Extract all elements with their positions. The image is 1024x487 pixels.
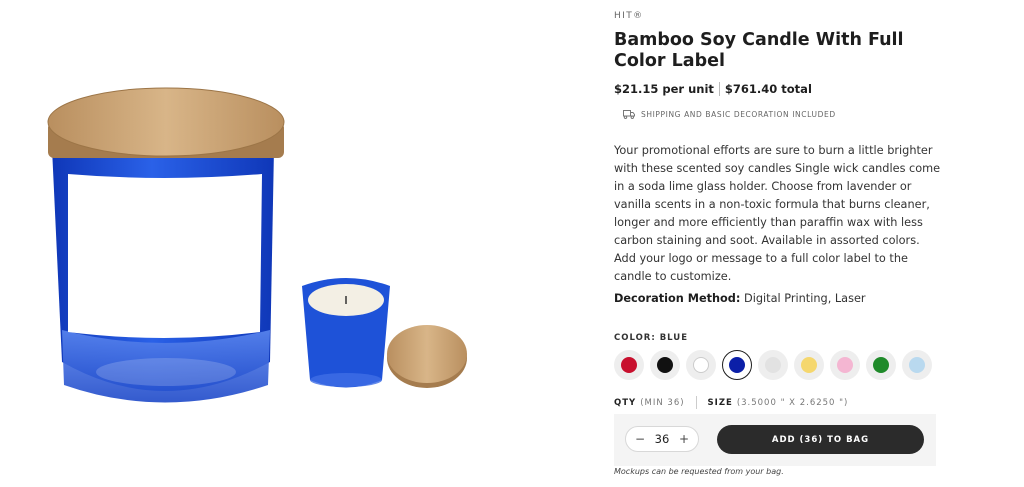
quantity-stepper[interactable]: − 36 + bbox=[625, 426, 699, 452]
decoration-method-label: Decoration Method: bbox=[614, 292, 741, 305]
color-swatch-blue[interactable] bbox=[722, 350, 752, 380]
price-per-unit: $21.15 per unit bbox=[614, 82, 714, 96]
color-swatch-red[interactable] bbox=[614, 350, 644, 380]
qty-min: (MIN 36) bbox=[640, 397, 685, 408]
product-image bbox=[0, 0, 600, 487]
color-swatch-dot bbox=[909, 357, 925, 373]
color-swatch-gray[interactable] bbox=[758, 350, 788, 380]
price-total: $761.40 total bbox=[724, 82, 812, 96]
color-swatch-green[interactable] bbox=[866, 350, 896, 380]
color-swatch-light-blue[interactable] bbox=[902, 350, 932, 380]
qty-size-divider bbox=[695, 396, 697, 409]
color-swatch-dot bbox=[621, 357, 637, 373]
mockup-note: Mockups can be requested from your bag. bbox=[614, 467, 784, 476]
color-swatch-dot bbox=[729, 357, 745, 373]
color-label: COLOR: BLUE bbox=[614, 333, 689, 343]
decoration-method-value: Digital Printing, Laser bbox=[744, 292, 866, 305]
color-swatch-yellow[interactable] bbox=[794, 350, 824, 380]
shipping-note: SHIPPING AND BASIC DECORATION INCLUDED bbox=[623, 110, 836, 119]
color-swatch-dot bbox=[765, 357, 781, 373]
blank-label-area bbox=[68, 174, 262, 338]
color-swatch-black[interactable] bbox=[650, 350, 680, 380]
qty-label: QTY bbox=[614, 397, 637, 408]
size-value: (3.5000 " X 2.6250 ") bbox=[736, 397, 849, 408]
color-swatch-dot bbox=[693, 357, 709, 373]
color-swatch-dot bbox=[837, 357, 853, 373]
color-swatch-pink[interactable] bbox=[830, 350, 860, 380]
add-to-bag-button[interactable]: ADD (36) TO BAG bbox=[717, 425, 924, 454]
product-illustration bbox=[47, 87, 467, 403]
color-swatches bbox=[614, 350, 932, 380]
product-description: Your promotional efforts are sure to bur… bbox=[614, 144, 941, 283]
shipping-note-text: SHIPPING AND BASIC DECORATION INCLUDED bbox=[641, 110, 836, 119]
add-to-bag-panel: − 36 + ADD (36) TO BAG bbox=[614, 414, 936, 466]
qty-decrement-button[interactable]: − bbox=[634, 432, 646, 446]
qty-increment-button[interactable]: + bbox=[678, 432, 690, 446]
price-row: $21.15 per unit $761.40 total bbox=[614, 82, 812, 96]
color-swatch-dot bbox=[801, 357, 817, 373]
brand-name: HIT® bbox=[614, 11, 644, 21]
decoration-method: Decoration Method: Digital Printing, Las… bbox=[614, 292, 866, 305]
color-swatch-dot bbox=[657, 357, 673, 373]
size-label: SIZE bbox=[707, 397, 733, 408]
color-swatch-white[interactable] bbox=[686, 350, 716, 380]
qty-value[interactable]: 36 bbox=[655, 432, 670, 446]
price-divider bbox=[718, 82, 720, 96]
qty-size-row: QTY (MIN 36) SIZE (3.5000 " X 2.6250 ") bbox=[614, 396, 848, 409]
small-lid-top bbox=[387, 325, 467, 383]
truck-icon bbox=[623, 110, 635, 119]
product-title: Bamboo Soy Candle With Full Color Label bbox=[614, 30, 904, 71]
color-swatch-dot bbox=[873, 357, 889, 373]
